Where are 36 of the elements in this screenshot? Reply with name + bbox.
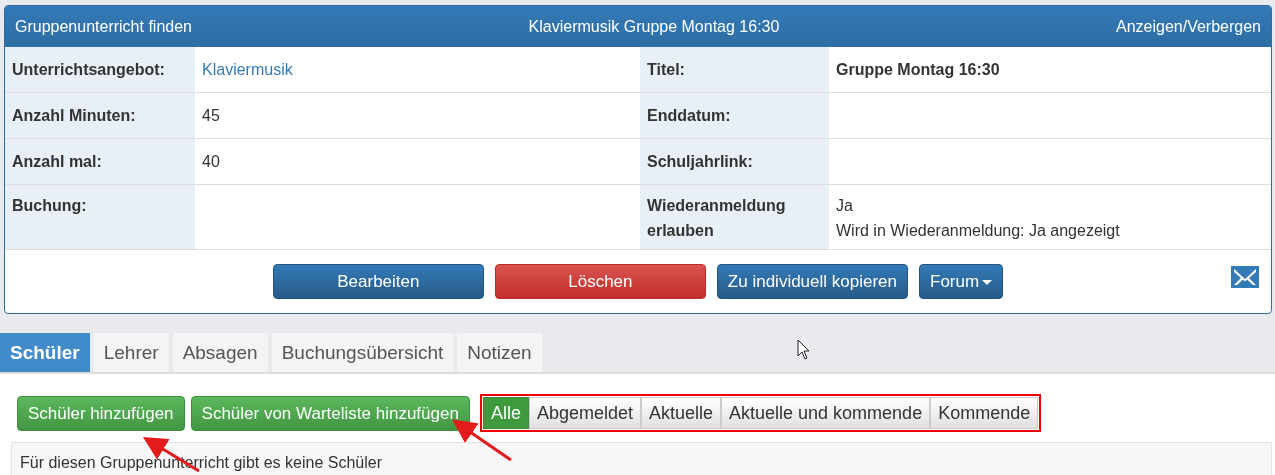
filter-button[interactable]: Aktuelle und kommende [721,397,931,429]
field-label: Anzahl Minuten: [12,107,136,124]
panel-title: Gruppenunterricht finden [15,16,192,37]
field-value: 40 [202,153,220,170]
filter-button[interactable]: Abgemeldet [528,397,641,429]
filter-button[interactable]: Aktuelle [641,397,722,429]
add-student-button[interactable]: Schüler hinzufügen [17,395,185,431]
field-label: Anzahl mal: [12,153,102,170]
dropdown-button[interactable]: Forum [919,264,1004,299]
field-label: Wiederanmeldung erlauben [647,197,786,239]
tab[interactable]: Schüler [0,333,90,372]
field-value: Ja [836,197,853,214]
toggle-link[interactable]: Anzeigen/Verbergen [1116,14,1261,39]
field-value: 45 [202,107,220,124]
mail-icon[interactable] [1231,266,1259,288]
field-label: Titel: [647,61,685,78]
field-label: Buchung: [12,197,87,214]
field-value: Wird in Wiederanmeldung: Ja angezeigt [836,222,1120,239]
add-student-button[interactable]: Schüler von Warteliste hinzufügen [190,395,470,431]
filter-button[interactable]: Alle [482,397,529,429]
tab[interactable]: Buchungsübersicht [271,333,454,372]
action-button[interactable]: Bearbeiten [272,264,484,299]
field-link[interactable]: Klaviermusik [202,61,293,78]
tab[interactable]: Lehrer [93,333,169,372]
action-button[interactable]: Löschen [494,264,706,299]
field-label: Enddatum: [647,107,731,124]
tab[interactable]: Absagen [172,333,268,372]
field-label: Schuljahrlink: [647,153,753,170]
caret-icon [982,280,993,285]
field-label: Unterrichtsangebot: [12,61,165,78]
action-button[interactable]: Zu individuell kopieren [716,264,908,299]
mouse-cursor-icon [797,339,810,360]
field-value: Gruppe Montag 16:30 [836,61,1000,78]
tab[interactable]: Notizen [457,333,542,372]
filter-button[interactable]: Kommende [930,397,1039,429]
panel-subtitle: Klaviermusik Gruppe Montag 16:30 [528,16,780,37]
